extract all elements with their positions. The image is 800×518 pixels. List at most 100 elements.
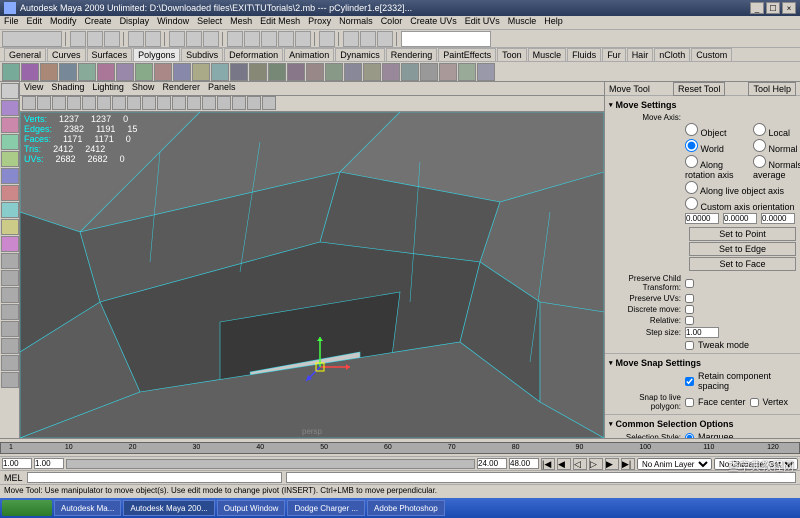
- shelf-tab-ncloth[interactable]: nCloth: [654, 48, 690, 61]
- layout-hypershade-button[interactable]: [1, 321, 19, 337]
- snap-live-button[interactable]: [295, 31, 311, 47]
- axis-normals-avg-radio[interactable]: Normals average: [753, 155, 800, 180]
- shelf-cone-icon[interactable]: [59, 63, 77, 81]
- play-back-button[interactable]: ◁: [573, 458, 587, 470]
- menu-create[interactable]: Create: [85, 16, 112, 29]
- set-to-point-button[interactable]: Set to Point: [689, 227, 796, 241]
- shelf-tab-subdivs[interactable]: Subdivs: [181, 48, 223, 61]
- shelf-tab-general[interactable]: General: [4, 48, 46, 61]
- vp-wireframe-icon[interactable]: [172, 96, 186, 110]
- vp-menu-shading[interactable]: Shading: [51, 82, 84, 95]
- snap-curve-button[interactable]: [244, 31, 260, 47]
- shelf-tab-muscle[interactable]: Muscle: [528, 48, 567, 61]
- menu-edit[interactable]: Edit: [27, 16, 43, 29]
- set-to-edge-button[interactable]: Set to Edge: [689, 242, 796, 256]
- task-maya1[interactable]: Autodesk Ma...: [54, 500, 121, 516]
- minimize-button[interactable]: _: [750, 2, 764, 14]
- preserve-child-checkbox[interactable]: [685, 279, 694, 288]
- open-scene-button[interactable]: [87, 31, 103, 47]
- vp-shadows-icon[interactable]: [232, 96, 246, 110]
- menu-set-dropdown[interactable]: [2, 31, 62, 47]
- task-dodge-charger[interactable]: Dodge Charger ...: [287, 500, 365, 516]
- shelf-cube-icon[interactable]: [21, 63, 39, 81]
- select-object-button[interactable]: [186, 31, 202, 47]
- layout-custom2-button[interactable]: [1, 355, 19, 371]
- input-field[interactable]: [401, 31, 491, 47]
- task-output-window[interactable]: Output Window: [217, 500, 286, 516]
- shelf-tool2-icon[interactable]: [363, 63, 381, 81]
- render-settings-button[interactable]: [377, 31, 393, 47]
- relative-checkbox[interactable]: [685, 316, 694, 325]
- shelf-extrude-icon[interactable]: [268, 63, 286, 81]
- vp-menu-lighting[interactable]: Lighting: [92, 82, 124, 95]
- shelf-tab-curves[interactable]: Curves: [47, 48, 86, 61]
- menu-file[interactable]: File: [4, 16, 19, 29]
- last-tool-button[interactable]: [1, 236, 19, 252]
- move-manipulator[interactable]: [300, 337, 360, 399]
- shelf-tab-fluids[interactable]: Fluids: [567, 48, 601, 61]
- vp-image-plane-icon[interactable]: [67, 96, 81, 110]
- axis-y-input[interactable]: [723, 213, 757, 224]
- new-scene-button[interactable]: [70, 31, 86, 47]
- shelf-tab-polygons[interactable]: Polygons: [133, 48, 180, 61]
- go-end-button[interactable]: ▶|: [621, 458, 635, 470]
- vp-menu-view[interactable]: View: [24, 82, 43, 95]
- shelf-tool8-icon[interactable]: [477, 63, 495, 81]
- axis-live-radio[interactable]: Along live object axis: [685, 181, 800, 196]
- menu-display[interactable]: Display: [120, 16, 150, 29]
- vertex-checkbox[interactable]: [750, 398, 759, 407]
- menu-window[interactable]: Window: [157, 16, 189, 29]
- select-hierarchy-button[interactable]: [169, 31, 185, 47]
- vp-grease-icon[interactable]: [97, 96, 111, 110]
- shelf-extract-icon[interactable]: [249, 63, 267, 81]
- select-tool-button[interactable]: [1, 83, 19, 99]
- mel-input[interactable]: [27, 472, 283, 483]
- axis-object-radio[interactable]: Object: [685, 123, 745, 138]
- snap-plane-button[interactable]: [278, 31, 294, 47]
- axis-z-input[interactable]: [761, 213, 795, 224]
- rotate-tool-button[interactable]: [1, 151, 19, 167]
- layout-persp-graph-button[interactable]: [1, 304, 19, 320]
- shelf-smooth-icon[interactable]: [287, 63, 305, 81]
- shelf-pipe-icon[interactable]: [154, 63, 172, 81]
- menu-modify[interactable]: Modify: [50, 16, 77, 29]
- render-button[interactable]: [343, 31, 359, 47]
- shelf-tool3-icon[interactable]: [382, 63, 400, 81]
- snap-point-button[interactable]: [261, 31, 277, 47]
- close-button[interactable]: ×: [782, 2, 796, 14]
- vp-menu-show[interactable]: Show: [132, 82, 155, 95]
- shelf-plane-icon[interactable]: [78, 63, 96, 81]
- shelf-tab-dynamics[interactable]: Dynamics: [335, 48, 385, 61]
- shelf-sculpt-icon[interactable]: [306, 63, 324, 81]
- layout-custom-button[interactable]: [1, 338, 19, 354]
- go-start-button[interactable]: |◀: [541, 458, 555, 470]
- shelf-tab-fur[interactable]: Fur: [602, 48, 626, 61]
- step-size-input[interactable]: [685, 327, 719, 338]
- axis-x-input[interactable]: [685, 213, 719, 224]
- face-center-checkbox[interactable]: [685, 398, 694, 407]
- axis-custom-radio[interactable]: Custom axis orientation: [685, 197, 800, 212]
- shelf-mirror-icon[interactable]: [325, 63, 343, 81]
- axis-local-radio[interactable]: Local: [753, 123, 800, 138]
- vp-menu-renderer[interactable]: Renderer: [162, 82, 200, 95]
- set-to-face-button[interactable]: Set to Face: [689, 257, 796, 271]
- vp-menu-panels[interactable]: Panels: [208, 82, 236, 95]
- lasso-tool-button[interactable]: [1, 100, 19, 116]
- range-slider-track[interactable]: [66, 459, 475, 469]
- tool-help-button[interactable]: Tool Help: [748, 82, 796, 96]
- range-end-input[interactable]: [509, 458, 539, 469]
- step-fwd-button[interactable]: ▶: [605, 458, 619, 470]
- shelf-tab-rendering[interactable]: Rendering: [386, 48, 438, 61]
- snap-settings-header[interactable]: Move Snap Settings: [609, 356, 796, 370]
- shelf-combine-icon[interactable]: [230, 63, 248, 81]
- vp-textured-icon[interactable]: [202, 96, 216, 110]
- shelf-tab-deformation[interactable]: Deformation: [224, 48, 283, 61]
- vp-lights-icon[interactable]: [217, 96, 231, 110]
- vp-select-camera-icon[interactable]: [22, 96, 36, 110]
- shelf-tab-painteffects[interactable]: PaintEffects: [438, 48, 496, 61]
- menu-muscle[interactable]: Muscle: [508, 16, 537, 29]
- shelf-tab-surfaces[interactable]: Surfaces: [87, 48, 133, 61]
- shelf-tab-animation[interactable]: Animation: [284, 48, 334, 61]
- reset-tool-button[interactable]: Reset Tool: [673, 82, 725, 96]
- vp-resolution-gate-icon[interactable]: [142, 96, 156, 110]
